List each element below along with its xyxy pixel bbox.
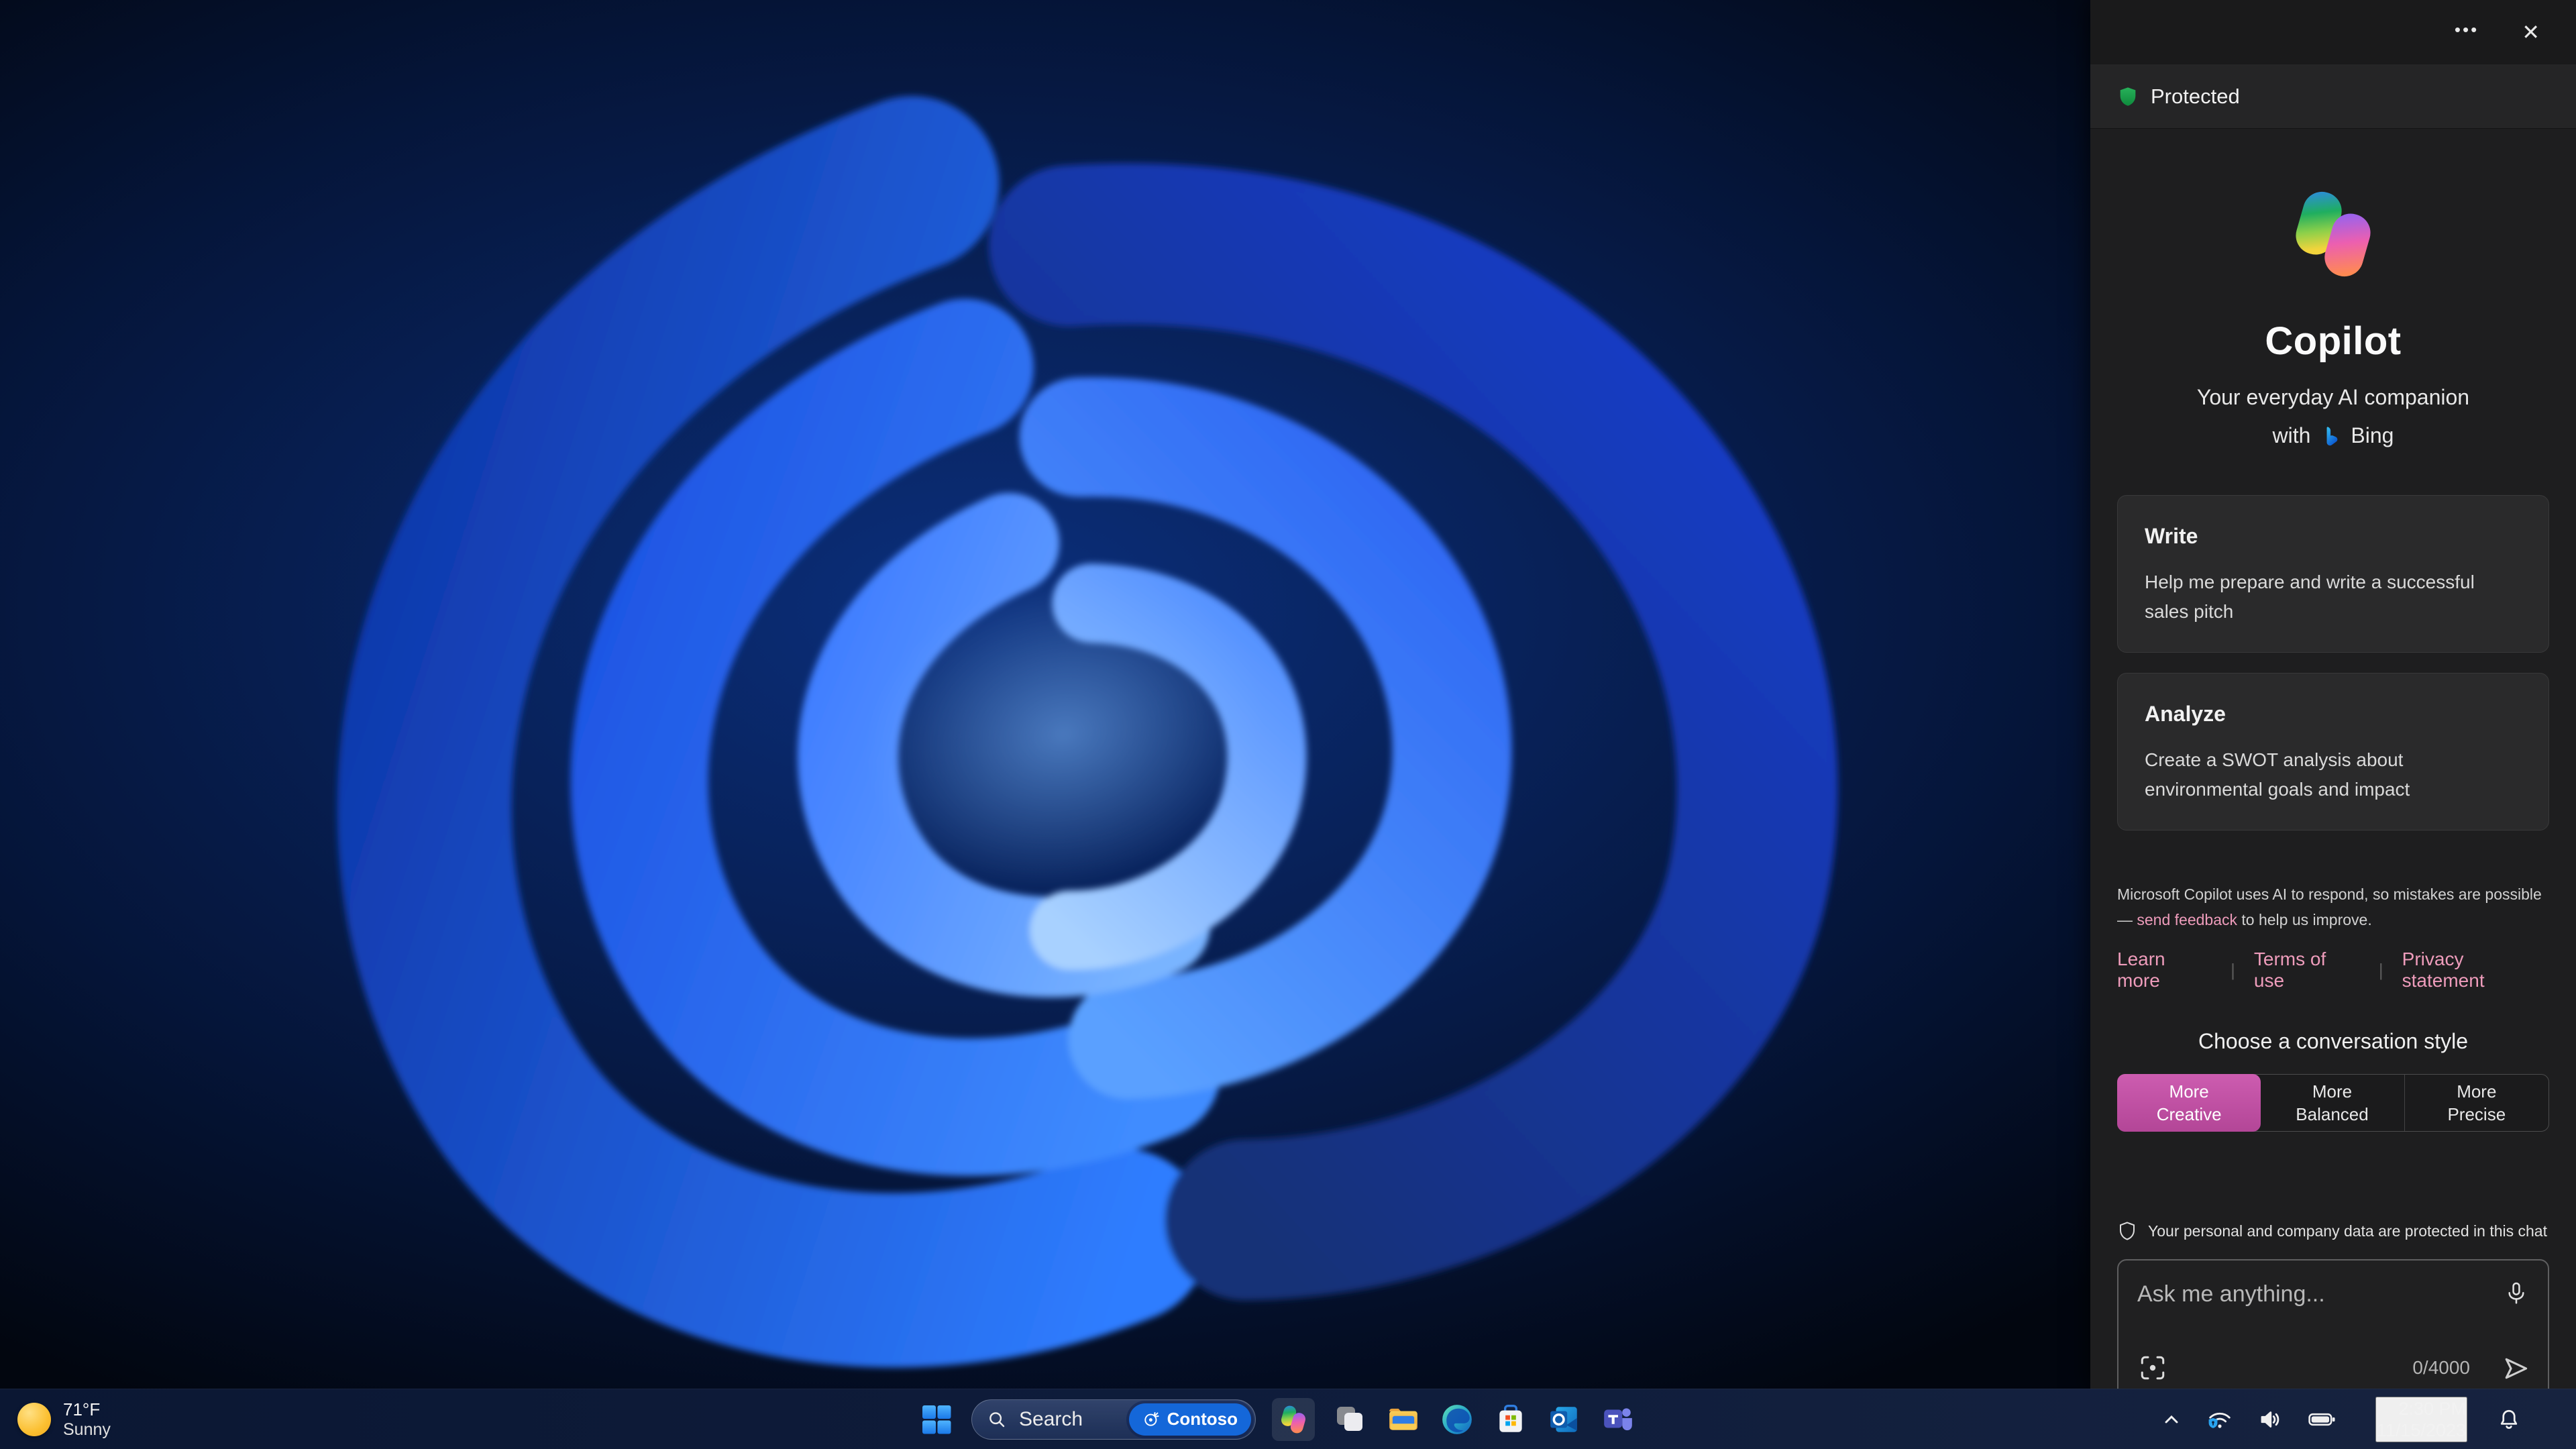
send-icon[interactable] (2498, 1351, 2533, 1388)
segment-line1: More (2457, 1081, 2497, 1102)
segment-line2: Balanced (2296, 1104, 2369, 1124)
search-placeholder: Search (1019, 1407, 1083, 1430)
send-feedback-link[interactable]: send feedback (2137, 911, 2237, 928)
conversation-style-picker: More Creative More Balanced More Precise (2117, 1074, 2549, 1132)
separator: | (2231, 959, 2235, 980)
notification-bell-icon[interactable] (2494, 1405, 2524, 1434)
panel-titlebar: ••• ✕ (2090, 0, 2576, 64)
character-counter: 0/4000 (2412, 1357, 2470, 1378)
copilot-subtitle: Your everyday AI companion (2196, 385, 2470, 409)
bing-label: Bing (2351, 423, 2394, 447)
battery-icon[interactable] (2304, 1405, 2339, 1434)
shield-outline-icon (2120, 1222, 2135, 1240)
teams-icon (1604, 1407, 1632, 1430)
privacy-statement-link[interactable]: Privacy statement (2402, 949, 2549, 991)
sun-icon (17, 1402, 51, 1436)
style-more-precise[interactable]: More Precise (2404, 1075, 2548, 1131)
prompt-card-write[interactable]: Write Help me prepare and write a succes… (2117, 495, 2549, 653)
copilot-title: Copilot (2265, 319, 2402, 363)
disclaimer-suffix: to help us improve. (2237, 911, 2372, 928)
more-options-icon[interactable]: ••• (2448, 15, 2485, 44)
taskbar-copilot-button[interactable] (1272, 1397, 1315, 1441)
teams-button[interactable] (1599, 1395, 1637, 1444)
copilot-brand: Copilot Your everyday AI companion with … (2117, 129, 2549, 448)
tray-chevron-up-icon[interactable] (2158, 1406, 2185, 1433)
with-label: with (2272, 423, 2311, 447)
search-icon (989, 1411, 1005, 1427)
file-explorer-icon (1389, 1408, 1417, 1430)
protected-badge[interactable]: Protected (2090, 64, 2576, 129)
bing-icon (2326, 426, 2338, 445)
tray-date: 11/15/2023 (2376, 1419, 2466, 1440)
microsoft-store-button[interactable] (1492, 1395, 1529, 1444)
task-view-button[interactable] (1331, 1395, 1368, 1444)
copilot-logo (2286, 186, 2381, 282)
chat-composer: 0/4000 (2117, 1259, 2549, 1405)
data-protection-note: Your personal and company data are prote… (2117, 1220, 2549, 1242)
weather-condition: Sunny (63, 1419, 111, 1439)
desktop: ••• ✕ Protected Copilot Your everyday AI… (0, 0, 2576, 1449)
search-box[interactable]: Search Contoso (971, 1399, 1256, 1440)
segment-line2: Creative (2156, 1104, 2222, 1124)
tray-time: 2:30 PM (2398, 1398, 2466, 1419)
start-button[interactable] (918, 1395, 955, 1444)
contoso-label: Contoso (1167, 1409, 1238, 1429)
chat-input[interactable] (2137, 1277, 2487, 1311)
card-title: Analyze (2145, 702, 2226, 726)
card-body: Help me prepare and write a successful s… (2145, 572, 2475, 622)
microsoft-store-icon (1499, 1404, 1522, 1432)
copilot-panel: ••• ✕ Protected Copilot Your everyday AI… (2090, 0, 2576, 1405)
windows-logo-icon (922, 1405, 951, 1434)
copilot-taskbar-icon (1278, 1404, 1309, 1435)
screenshot-icon[interactable] (2136, 1351, 2169, 1387)
segment-line1: More (2312, 1081, 2353, 1102)
style-more-creative[interactable]: More Creative (2117, 1074, 2261, 1132)
segment-line1: More (2169, 1081, 2209, 1102)
outlook-icon (1550, 1406, 1577, 1432)
volume-icon[interactable] (2255, 1405, 2286, 1434)
terms-of-use-link[interactable]: Terms of use (2254, 949, 2360, 991)
privacy-note-text: Your personal and company data are prote… (2148, 1222, 2547, 1240)
protected-label: Protected (2151, 84, 2240, 108)
weather-temp: 71°F (63, 1399, 101, 1419)
edge-icon (1442, 1404, 1472, 1434)
style-more-balanced[interactable]: More Balanced (2260, 1075, 2404, 1131)
shield-protected-icon (2120, 87, 2136, 106)
card-title: Write (2145, 524, 2198, 548)
file-explorer-button[interactable] (1385, 1395, 1422, 1444)
edge-button[interactable] (1438, 1395, 1476, 1444)
task-view-icon (1337, 1406, 1362, 1431)
taskbar: 71°F Sunny Search Contoso 2:30 PM 11/15/… (0, 1389, 2576, 1449)
outlook-button[interactable] (1546, 1395, 1583, 1444)
contoso-target-icon (1144, 1411, 1159, 1426)
separator: | (2378, 959, 2383, 980)
weather-widget[interactable]: 71°F Sunny (17, 1389, 111, 1449)
close-icon[interactable]: ✕ (2515, 16, 2546, 48)
contoso-badge[interactable]: Contoso (1128, 1403, 1251, 1436)
wifi-vpn-icon[interactable] (2204, 1405, 2236, 1434)
prompt-card-analyze[interactable]: Analyze Create a SWOT analysis about env… (2117, 673, 2549, 830)
ai-disclaimer: Microsoft Copilot uses AI to respond, so… (2117, 881, 2549, 932)
conversation-style-heading: Choose a conversation style (2198, 1029, 2468, 1053)
learn-more-link[interactable]: Learn more (2117, 949, 2212, 991)
clock-widget[interactable]: 2:30 PM 11/15/2023 (2375, 1396, 2467, 1442)
microphone-icon[interactable] (2501, 1278, 2532, 1311)
card-body: Create a SWOT analysis about environment… (2145, 749, 2410, 800)
footer-links: Learn more | Terms of use | Privacy stat… (2117, 949, 2549, 991)
segment-line2: Precise (2447, 1104, 2506, 1124)
